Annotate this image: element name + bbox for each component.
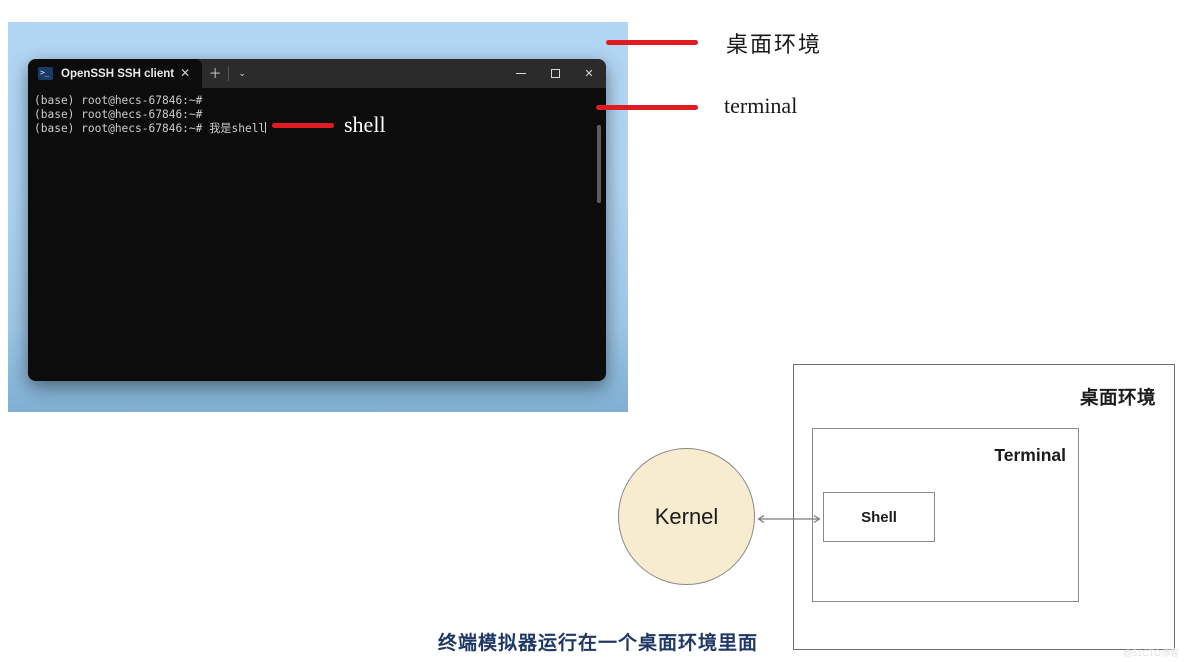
terminal-scrollbar[interactable] (597, 125, 601, 203)
diagram-circle-kernel: Kernel (618, 448, 755, 585)
terminal-tab-title: OpenSSH SSH client (61, 67, 175, 80)
new-tab-icon[interactable]: ＋ (202, 59, 228, 88)
annotation-label-terminal: terminal (724, 93, 798, 118)
annotation-line-shell (272, 123, 334, 128)
terminal-line-text: (base) root@hecs-67846:~# 我是shell (34, 122, 266, 135)
diagram-label-desktop-environment: 桌面环境 (1079, 387, 1156, 408)
terminal-line: (base) root@hecs-67846:~# (34, 94, 203, 107)
maximize-button[interactable] (538, 59, 572, 88)
minimize-button[interactable] (504, 59, 538, 88)
terminal-tab-active[interactable]: OpenSSH SSH client ✕ (28, 59, 203, 88)
close-tab-icon[interactable]: ✕ (174, 59, 196, 88)
annotation-line-terminal (596, 105, 698, 110)
chevron-down-icon[interactable]: ⌄ (229, 59, 255, 88)
diagram-caption: 终端模拟器运行在一个桌面环境里面 (437, 632, 759, 655)
diagram-label-terminal: Terminal (994, 445, 1066, 465)
annotation-label-desktop: 桌面环境 (726, 32, 823, 57)
terminal-line: (base) root@hecs-67846:~# (34, 108, 203, 121)
annotation-label-shell: shell (344, 112, 386, 137)
diagram-box-shell: Shell (823, 492, 935, 542)
arrow-kernel-to-shell (757, 514, 821, 524)
watermark: @51CTO博客 (1123, 648, 1179, 658)
terminal-output-area[interactable]: (base) root@hecs-67846:~# (base) root@he… (28, 88, 606, 381)
window-controls[interactable]: ✕ (504, 59, 606, 88)
powershell-prompt-icon (38, 66, 53, 80)
terminal-cursor (265, 122, 267, 133)
diagram-label-kernel: Kernel (654, 503, 719, 529)
terminal-window[interactable]: OpenSSH SSH client ✕ ＋ ⌄ ✕ (base) root@h… (28, 59, 606, 381)
diagram-label-shell: Shell (861, 508, 897, 526)
close-window-button[interactable]: ✕ (572, 59, 606, 88)
terminal-titlebar[interactable]: OpenSSH SSH client ✕ ＋ ⌄ ✕ (28, 59, 606, 88)
annotation-line-desktop (606, 40, 698, 45)
